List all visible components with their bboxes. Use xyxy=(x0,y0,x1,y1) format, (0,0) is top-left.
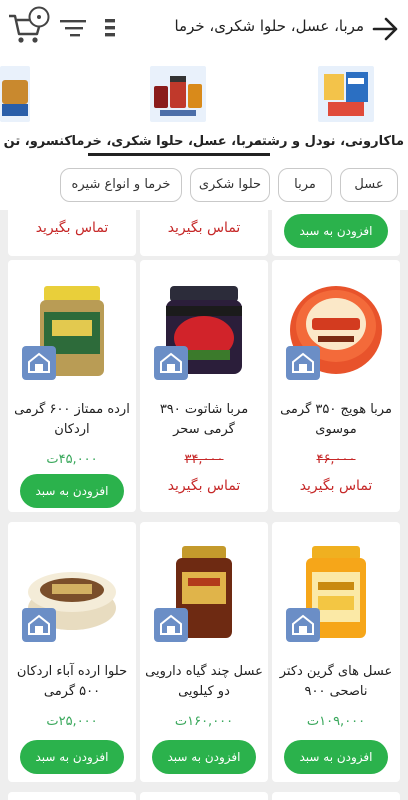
store-badge-icon xyxy=(22,346,56,380)
product-name: مربا شاتوت ۳۹۰ گرمی سحر xyxy=(159,402,249,437)
subcategory-chips: عسل مربا حلوا شکری خرما و انواع شیره xyxy=(0,158,408,210)
selected-category-indicator xyxy=(88,153,270,156)
add-to-cart-button[interactable]: افزودن به سبد xyxy=(152,740,256,774)
screen: مربا، عسل، حلوا شکری، خرما ماکارونی، نود… xyxy=(0,0,408,800)
store-badge-icon xyxy=(286,608,320,642)
product-card[interactable]: عسل های گرین دکتر ناصحی ۹۰۰ ۱۰۹,۰۰۰ت افز… xyxy=(272,522,400,782)
category-canned[interactable]: کنسرو، تن م xyxy=(0,58,78,158)
product-price: ۳۴,۰۰۰ xyxy=(184,452,224,467)
product-name: عسل های گرین دکتر ناصحی ۹۰۰ xyxy=(279,664,393,699)
category-strip[interactable]: ماکارونی، نودل و رشته مربا، عسل، حلوا شک… xyxy=(0,58,408,158)
chip-honey[interactable]: عسل xyxy=(340,168,398,202)
add-to-cart-button[interactable]: افزودن به سبد xyxy=(20,740,124,774)
product-grid: افزودن به سبد تماس بگیرید تماس بگیرید مر… xyxy=(0,210,408,800)
store-badge-icon xyxy=(154,346,188,380)
category-label: کنسرو، تن م xyxy=(0,134,72,149)
menu-icon[interactable] xyxy=(104,16,116,40)
contact-button[interactable]: تماس بگیرید xyxy=(144,478,264,494)
store-badge-icon xyxy=(286,346,320,380)
product-card[interactable]: ارده ممتاز ۶۰۰ گرمی اردکان ۴۵,۰۰۰ت افزود… xyxy=(8,260,136,512)
top-app-bar: مربا، عسل، حلوا شکری، خرما xyxy=(0,0,408,58)
category-label: ماکارونی، نودل و رشته xyxy=(253,134,404,149)
product-card[interactable] xyxy=(272,792,400,800)
contact-button[interactable]: تماس بگیرید xyxy=(144,220,264,236)
product-card[interactable]: حلوا ارده آباء اردکان ۵۰۰ گرمی ۲۵,۰۰۰ت ا… xyxy=(8,522,136,782)
product-card[interactable] xyxy=(140,792,268,800)
cart-icon[interactable] xyxy=(6,4,52,46)
product-card[interactable]: عسل چند گیاه دارویی دو کیلویی ۱۶۰,۰۰۰ت ا… xyxy=(140,522,268,782)
category-pasta-image xyxy=(318,66,374,122)
product-price: ۲۵,۰۰۰ت xyxy=(46,714,98,729)
back-arrow-icon[interactable] xyxy=(370,14,400,44)
product-name: عسل چند گیاه دارویی دو کیلویی xyxy=(145,664,263,699)
contact-button[interactable]: تماس بگیرید xyxy=(276,478,396,494)
add-to-cart-button[interactable]: افزودن به سبد xyxy=(284,214,388,248)
page-title: مربا، عسل، حلوا شکری، خرما xyxy=(174,17,364,35)
product-price: ۱۰۹,۰۰۰ت xyxy=(306,714,366,729)
product-card[interactable]: تماس بگیرید xyxy=(8,210,136,256)
product-card[interactable]: مربا شاتوت ۳۹۰ گرمی سحر ۳۴,۰۰۰ تماس بگیر… xyxy=(140,260,268,512)
store-badge-icon xyxy=(154,608,188,642)
filter-icon[interactable] xyxy=(58,16,88,40)
product-card[interactable]: افزودن به سبد xyxy=(272,210,400,256)
chip-dates-syrup[interactable]: خرما و انواع شیره xyxy=(60,168,182,202)
product-price: ۱۶۰,۰۰۰ت xyxy=(174,714,234,729)
product-name: حلوا ارده آباء اردکان ۵۰۰ گرمی xyxy=(16,664,128,699)
category-label: مربا، عسل، حلوا شکری، خرما xyxy=(71,134,262,149)
category-jam-image xyxy=(150,66,206,122)
chip-jam[interactable]: مربا xyxy=(278,168,332,202)
add-to-cart-button[interactable]: افزودن به سبد xyxy=(20,474,124,508)
product-price: ۴۵,۰۰۰ت xyxy=(46,452,98,467)
product-name: ارده ممتاز ۶۰۰ گرمی اردکان xyxy=(14,402,130,437)
product-card[interactable]: تماس بگیرید xyxy=(140,210,268,256)
category-canned-image xyxy=(0,66,30,122)
add-to-cart-button[interactable]: افزودن به سبد xyxy=(284,740,388,774)
category-pasta[interactable]: ماکارونی، نودل و رشته xyxy=(254,58,408,158)
product-name: مربا هویج ۳۵۰ گرمی موسوی xyxy=(280,402,392,437)
category-jam-honey[interactable]: مربا، عسل، حلوا شکری، خرما xyxy=(71,58,270,158)
product-card[interactable] xyxy=(8,792,136,800)
chip-halva[interactable]: حلوا شکری xyxy=(190,168,270,202)
contact-button[interactable]: تماس بگیرید xyxy=(12,220,132,236)
store-badge-icon xyxy=(22,608,56,642)
product-card[interactable]: مربا هویج ۳۵۰ گرمی موسوی ۴۶,۰۰۰ تماس بگی… xyxy=(272,260,400,512)
product-price: ۴۶,۰۰۰ xyxy=(316,452,356,467)
